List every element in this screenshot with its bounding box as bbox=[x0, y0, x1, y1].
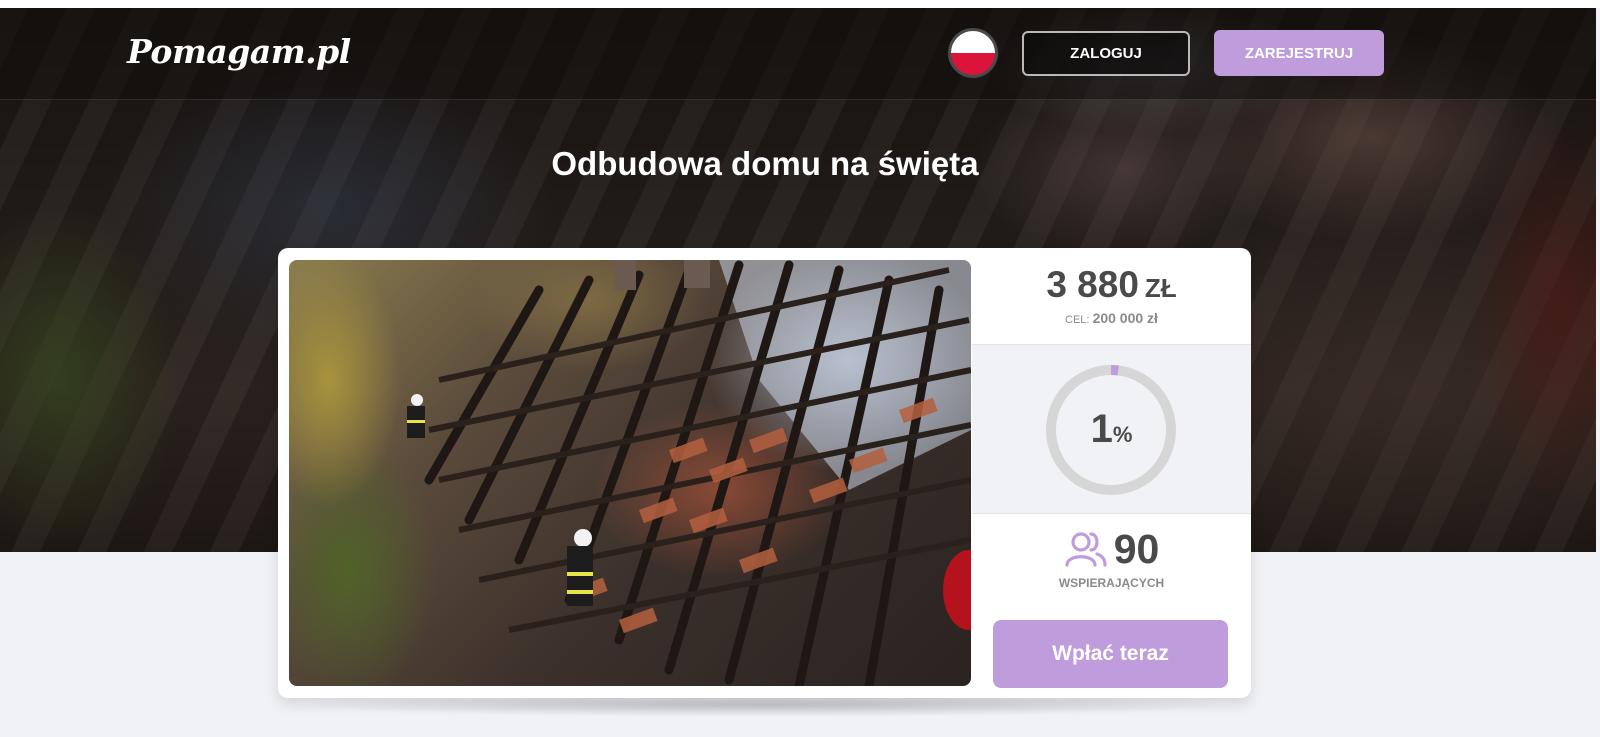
progress-percent-symbol: % bbox=[1112, 422, 1133, 447]
progress-box: 1% bbox=[972, 344, 1251, 514]
amount-value: 3 880 bbox=[1046, 264, 1139, 305]
logo[interactable]: Pomagam.pl bbox=[127, 32, 351, 71]
top-strip bbox=[0, 0, 1600, 8]
card-shadow bbox=[292, 697, 1236, 717]
donate-button[interactable]: Wpłać teraz bbox=[993, 620, 1228, 688]
goal-label: CEL: bbox=[1065, 314, 1090, 326]
campaign-stats: 3 880 ZŁ CEL: 200 000 zł 1% 90 WSPIERAJĄ… bbox=[972, 248, 1251, 698]
amount-box: 3 880 ZŁ CEL: 200 000 zł bbox=[972, 248, 1251, 344]
supporters-label: WSPIERAJĄCYCH bbox=[1058, 576, 1165, 590]
register-button[interactable]: ZAREJESTRUJ bbox=[1214, 30, 1384, 76]
supporters-count: 90 bbox=[1113, 525, 1160, 572]
campaign-photo[interactable] bbox=[289, 260, 971, 686]
login-button[interactable]: ZALOGUJ bbox=[1022, 31, 1190, 76]
supporters-icon bbox=[1065, 532, 1107, 567]
navbar: Pomagam.pl ZALOGUJ ZAREJESTRUJ bbox=[0, 8, 1596, 100]
amount-raised: 3 880 ZŁ bbox=[972, 264, 1251, 306]
language-flag-button[interactable] bbox=[948, 28, 998, 78]
goal-value: 200 000 zł bbox=[1092, 310, 1158, 326]
progress-percent-value: 1 bbox=[1090, 407, 1113, 451]
amount-currency: ZŁ bbox=[1144, 273, 1177, 303]
goal: CEL: 200 000 zł bbox=[972, 310, 1251, 326]
campaign-card: 3 880 ZŁ CEL: 200 000 zł 1% 90 WSPIERAJĄ… bbox=[278, 248, 1251, 698]
burnt-roof-photo bbox=[407, 260, 971, 686]
campaign-title: Odbudowa domu na święta bbox=[551, 145, 979, 182]
progress-percent: 1% bbox=[972, 407, 1251, 452]
supporters: 90 WSPIERAJĄCYCH bbox=[972, 525, 1251, 591]
